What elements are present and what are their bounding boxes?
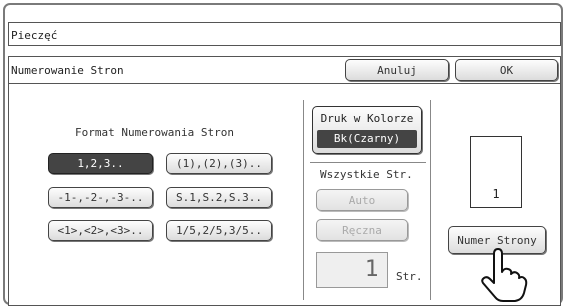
pointing-hand-icon <box>481 248 528 302</box>
ok-button[interactable]: OK <box>455 59 558 81</box>
color-print-button[interactable]: Druk w Kolorze Bk(Czarny) <box>312 106 422 154</box>
section-title: Numerowanie Stron <box>11 64 124 77</box>
divider-left <box>303 100 304 300</box>
manual-button[interactable]: Ręczna <box>316 219 408 241</box>
page-count-unit: Str. <box>396 270 423 283</box>
format-option-dashes[interactable]: -1-,-2-,-3-.. <box>48 187 153 208</box>
format-option-123[interactable]: 1,2,3.. <box>48 153 153 174</box>
format-heading: Format Numerowania Stron <box>75 126 234 139</box>
format-option-parens[interactable]: (1),(2),(3).. <box>166 153 272 174</box>
color-print-label: Druk w Kolorze <box>320 112 414 125</box>
window-title: Pieczęć <box>8 22 561 46</box>
divider-color <box>310 162 426 163</box>
format-option-angle[interactable]: <1>,<2>,<3>.. <box>48 220 153 241</box>
page-preview: 1 <box>470 136 522 208</box>
cancel-button[interactable]: Anuluj <box>345 59 449 81</box>
divider-right <box>430 100 431 300</box>
format-option-s-prefix[interactable]: S.1,S.2,S.3.. <box>166 187 272 208</box>
all-pages-heading: Wszystkie Str. <box>320 168 413 181</box>
preview-page-number: 1 <box>492 187 500 201</box>
page-count-field[interactable]: 1 <box>316 252 388 288</box>
color-print-value: Bk(Czarny) <box>317 130 417 148</box>
format-option-fraction[interactable]: 1/5,2/5,3/5.. <box>166 220 272 241</box>
auto-button[interactable]: Auto <box>316 189 408 211</box>
